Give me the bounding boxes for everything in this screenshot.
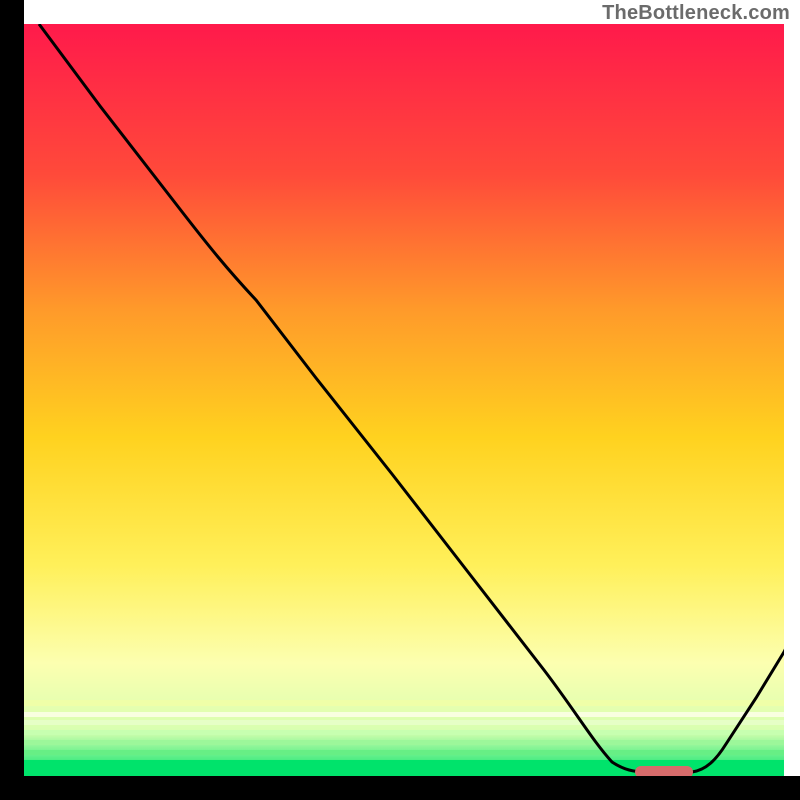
x-axis bbox=[0, 776, 800, 800]
chart-svg bbox=[0, 0, 800, 800]
y-axis bbox=[0, 0, 24, 800]
gradient-background bbox=[24, 24, 784, 776]
chart-stage: TheBottleneck.com bbox=[0, 0, 800, 800]
